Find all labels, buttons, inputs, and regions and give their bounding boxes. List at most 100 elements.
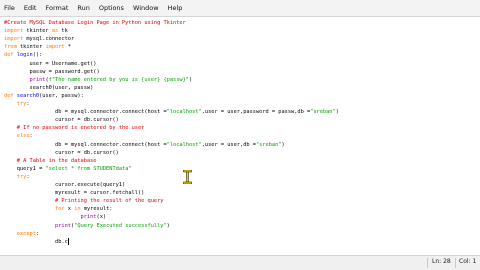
status-divider xyxy=(427,258,428,268)
code-line: def search0(user, passw): xyxy=(4,92,84,100)
status-divider xyxy=(455,258,456,268)
code-token: # If no password is enetered by the user xyxy=(16,125,145,132)
status-bar: Ln: 28 Col: 1 xyxy=(0,255,480,270)
code-line: except: xyxy=(4,230,39,238)
code-token: ) xyxy=(166,222,170,229)
code-token: login xyxy=(16,52,33,59)
code-token: ) xyxy=(281,141,285,148)
code-token: # Printing the result of the query xyxy=(55,198,164,205)
code-token: : xyxy=(35,230,40,237)
code-token: else xyxy=(16,133,30,140)
code-token: #Create MySQL Database Login Page in Pyt… xyxy=(4,20,186,26)
code-token: ,user = user,password = passw,db = xyxy=(201,109,311,116)
code-token: import xyxy=(4,28,24,35)
menu-item-help[interactable]: Help xyxy=(168,4,183,12)
code-token: search0 xyxy=(16,92,40,99)
menu-item-window[interactable]: Window xyxy=(133,4,159,12)
code-token: print xyxy=(55,222,71,229)
code-line: search0(user, passw) xyxy=(4,84,94,92)
code-token: except xyxy=(16,230,36,237)
code-line: #Create MySQL Database Login Page in Pyt… xyxy=(4,19,186,27)
code-line: user = Username.get() xyxy=(4,60,97,68)
code-line: db = mysql.connector.connect(host ="loca… xyxy=(4,141,285,149)
code-editor[interactable]: #Create MySQL Database Login Page in Pyt… xyxy=(0,17,480,255)
menu-item-format[interactable]: Format xyxy=(45,4,68,12)
code-line: for x in myresult: xyxy=(4,205,112,213)
code-token: db.c xyxy=(4,238,68,245)
code-token: myresult: xyxy=(80,206,113,213)
code-line: # Printing the result of the query xyxy=(4,197,163,205)
code-line: import mysql.connector xyxy=(4,35,74,43)
code-token: "localhost" xyxy=(166,141,202,148)
code-token: db = mysql.connector.connect(host = xyxy=(4,109,167,116)
code-token: : xyxy=(29,133,33,140)
menu-item-file[interactable]: File xyxy=(4,4,15,12)
code-token: try xyxy=(16,101,27,107)
code-token: "localhost" xyxy=(166,109,202,116)
code-token: def xyxy=(4,92,14,99)
code-token: ) xyxy=(335,109,339,116)
code-line: cursor = db.cursor() xyxy=(4,116,119,124)
code-line: passw = password.get() xyxy=(4,68,100,76)
code-line: try: xyxy=(4,100,30,108)
code-token: from xyxy=(4,44,17,51)
code-token: cursor = db.cursor() xyxy=(4,117,119,124)
code-line: import tkinter as tk xyxy=(4,27,68,35)
code-line: myresult = cursor.fetchall() xyxy=(4,189,144,197)
code-token: def xyxy=(4,52,14,59)
code-token: import xyxy=(4,36,24,43)
code-token: myresult = cursor.fetchall() xyxy=(4,190,145,197)
code-line: # A Table in the database xyxy=(4,157,97,165)
code-token: (user, passw): xyxy=(39,92,84,99)
code-token: db = mysql.connector.connect(host = xyxy=(4,141,167,148)
code-token: query1 = xyxy=(4,165,46,172)
code-token: user = Username.get() xyxy=(4,60,97,67)
menu-bar: File Edit Format Run Options Window Help xyxy=(0,0,480,17)
code-token: (): xyxy=(32,52,43,59)
code-token: tkinter xyxy=(23,28,52,35)
code-line: # If no password is enetered by the user xyxy=(4,124,145,132)
code-line: def login(): xyxy=(4,51,42,59)
code-line: print(f"The name entered by you is {user… xyxy=(4,76,193,84)
code-token: "select * from STUDENTdata" xyxy=(45,165,132,172)
line-number: Ln: 28 xyxy=(432,258,451,265)
code-token: * xyxy=(64,44,71,51)
menu-item-options[interactable]: Options xyxy=(99,4,124,12)
code-token: : xyxy=(26,173,30,180)
code-line: print("Query Executed successfully") xyxy=(4,222,170,230)
code-token: cursor = db.cursor() xyxy=(4,149,119,156)
text-cursor-icon xyxy=(183,170,192,184)
code-token: print xyxy=(80,214,97,221)
code-token: : xyxy=(26,101,30,107)
code-token: "sreban" xyxy=(255,141,282,148)
code-token: ) xyxy=(189,76,193,83)
code-line: query1 = "select * from STUDENTdata" xyxy=(4,165,132,173)
menu-item-edit[interactable]: Edit xyxy=(24,4,37,12)
code-line: db.c xyxy=(4,238,68,246)
code-line: print(x) xyxy=(4,213,107,221)
code-token: search0(user, passw) xyxy=(4,84,94,91)
code-token: x xyxy=(64,206,75,213)
code-token: try xyxy=(16,173,27,180)
code-token: "sreban" xyxy=(310,109,336,116)
code-token: import xyxy=(45,44,65,51)
code-token: tkinter xyxy=(16,44,46,51)
code-line: cursor = db.cursor() xyxy=(4,149,119,157)
code-token: cursor.execute(query1) xyxy=(4,182,126,188)
code-line: try: xyxy=(4,173,30,181)
code-token: f"The name entered by you is {user} {pas… xyxy=(48,76,189,83)
code-token: (x) xyxy=(96,214,107,221)
code-token: for xyxy=(55,206,65,213)
code-line: cursor.execute(query1) xyxy=(4,181,125,189)
code-token: ,user = user,db = xyxy=(201,141,256,148)
menu-item-run[interactable]: Run xyxy=(77,4,89,12)
code-token: print xyxy=(29,76,46,83)
